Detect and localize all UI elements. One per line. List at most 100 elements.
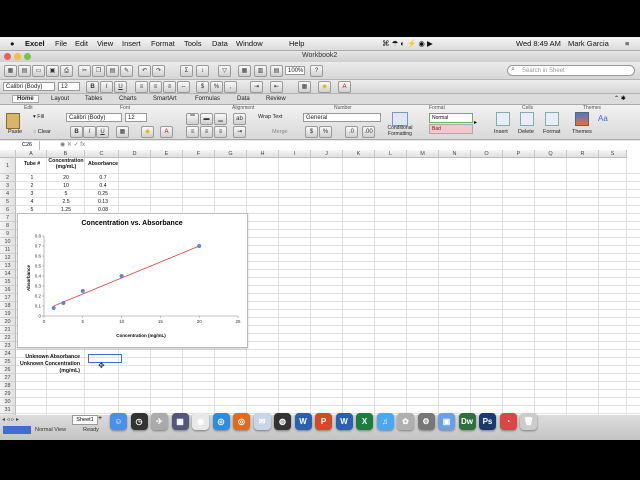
column-header-E[interactable]: E [151, 150, 183, 158]
italic-button[interactable]: I [100, 81, 113, 93]
column-header-B[interactable]: B [47, 150, 85, 158]
minimize-button[interactable] [14, 53, 21, 60]
ribbon-align-center-icon[interactable]: ≡ [200, 126, 213, 138]
dock-automator-icon[interactable]: ⚙ [417, 413, 435, 430]
dock-chrome-icon[interactable]: ◉ [192, 413, 209, 430]
column-header-H[interactable]: H [247, 150, 279, 158]
dock-safari-icon[interactable]: ◎ [212, 413, 230, 430]
menu-edit[interactable]: Edit [75, 39, 88, 48]
style-normal[interactable]: Normal [429, 113, 473, 123]
column-header-F[interactable]: F [183, 150, 215, 158]
row-header-1[interactable]: 1 [0, 158, 16, 174]
column-header-P[interactable]: P [503, 150, 535, 158]
fill-button[interactable]: ▾ Fill [33, 114, 44, 120]
row-header-2[interactable]: 2 [0, 174, 16, 182]
menu-help[interactable]: Help [289, 39, 304, 48]
dock-itunes-icon[interactable]: ♫ [376, 413, 394, 430]
dock-launchpad-icon[interactable]: ✈ [151, 413, 168, 430]
styles-more-icon[interactable]: ▸ [474, 119, 477, 126]
column-header-N[interactable]: N [439, 150, 471, 158]
list-icon[interactable]: ≡ [625, 39, 629, 48]
row-header-27[interactable]: 27 [0, 374, 16, 382]
row-header-20[interactable]: 20 [0, 318, 16, 326]
underline-button[interactable]: U [114, 81, 127, 93]
dock-word-icon[interactable]: W [335, 413, 353, 430]
themes-button[interactable]: Themes [572, 129, 592, 135]
ribbon-borders-icon[interactable]: ▦ [116, 126, 129, 138]
ribbon-font-select[interactable]: Calibri (Body) [66, 113, 122, 122]
apple-icon[interactable]: ● [10, 39, 15, 48]
sheet-nav-icon[interactable]: ◂ ◃ ▹ ▸ [2, 416, 19, 423]
indent-icon[interactable]: ⇥ [250, 81, 263, 93]
save-icon[interactable]: ▣ [46, 65, 59, 77]
align-top-icon[interactable]: ▔ [186, 113, 199, 125]
column-header-K[interactable]: K [343, 150, 375, 158]
themes-icon[interactable] [575, 112, 589, 126]
search-input[interactable]: Search in Sheet [507, 65, 635, 76]
dock-camera-icon[interactable]: ◍ [274, 413, 291, 430]
column-header-S[interactable]: S [599, 150, 627, 158]
scatter-chart[interactable]: Concentration vs. Absorbance Concentrati… [17, 213, 248, 348]
redo-icon[interactable]: ↷ [152, 65, 165, 77]
ribbon-align-left-icon[interactable]: ≡ [186, 126, 199, 138]
sheet-tab[interactable]: Sheet1 [72, 415, 98, 425]
bold-button[interactable]: B [86, 81, 99, 93]
borders-icon[interactable]: ▦ [298, 81, 311, 93]
column-header-O[interactable]: O [471, 150, 503, 158]
menu-tools[interactable]: Tools [184, 39, 202, 48]
row-header-15[interactable]: 15 [0, 278, 16, 286]
row-header-21[interactable]: 21 [0, 326, 16, 334]
ribbon-italic-button[interactable]: I [83, 126, 96, 138]
align-right-icon[interactable]: ≡ [163, 81, 176, 93]
clock[interactable]: Wed 8:49 AM [516, 39, 561, 48]
accounting-icon[interactable]: $ [305, 126, 318, 138]
row-header-12[interactable]: 12 [0, 254, 16, 262]
row-header-18[interactable]: 18 [0, 302, 16, 310]
ribbon-percent-icon[interactable]: % [319, 126, 332, 138]
dock-excel-icon[interactable]: X [356, 413, 373, 430]
template-icon[interactable]: ▤ [18, 65, 31, 77]
copy-icon[interactable]: ❐ [92, 65, 105, 77]
dock-word-icon[interactable]: W [294, 413, 312, 430]
dock-photoshop-icon[interactable]: Ps [479, 413, 496, 430]
dock-dreamweaver-icon[interactable]: Dw [458, 413, 476, 430]
wrap-text-button[interactable]: Wrap Text [258, 114, 283, 120]
menu-insert[interactable]: Insert [122, 39, 141, 48]
increase-decimal-icon[interactable]: .00 [362, 126, 375, 138]
number-format-select[interactable]: General [303, 113, 381, 122]
ribbon-bold-button[interactable]: B [70, 126, 83, 138]
row-header-25[interactable]: 25 [0, 358, 16, 366]
tab-review[interactable]: Review [266, 96, 286, 102]
format-painter-icon[interactable]: ✎ [120, 65, 133, 77]
tab-data[interactable]: Data [237, 96, 250, 102]
row-header-4[interactable]: 4 [0, 190, 16, 198]
align-left-icon[interactable]: ≡ [135, 81, 148, 93]
decrease-decimal-icon[interactable]: .0 [345, 126, 358, 138]
header-tube[interactable]: Tube # [17, 160, 47, 169]
style-bad[interactable]: Bad [429, 124, 473, 134]
fill-color-icon[interactable]: ◆ [318, 81, 331, 93]
ribbon-fill-icon[interactable]: ◆ [141, 126, 154, 138]
cut-icon[interactable]: ✂ [78, 65, 91, 77]
column-header-I[interactable]: I [279, 150, 311, 158]
tab-layout[interactable]: Layout [51, 96, 69, 102]
row-header-19[interactable]: 19 [0, 310, 16, 318]
conditional-formatting-button[interactable]: Conditional Formatting [385, 125, 415, 137]
view-toggle[interactable] [3, 426, 31, 434]
dock-photos-icon[interactable]: ◔ [499, 413, 517, 430]
delete-cells-icon[interactable] [520, 112, 534, 126]
menu-view[interactable]: View [97, 39, 113, 48]
menu-data[interactable]: Data [212, 39, 228, 48]
orientation-icon[interactable]: ab [233, 113, 246, 125]
name-box[interactable]: C26 [0, 141, 40, 150]
conditional-formatting-icon[interactable] [392, 112, 408, 126]
row-header-24[interactable]: 24 [0, 350, 16, 358]
column-header-D[interactable]: D [119, 150, 151, 158]
row-header-3[interactable]: 3 [0, 182, 16, 190]
row-header-31[interactable]: 31 [0, 406, 16, 414]
row-header-17[interactable]: 17 [0, 294, 16, 302]
unknown-concentration-label[interactable]: Unknown Concentration (mg/mL) [18, 361, 80, 375]
percent-icon[interactable]: % [210, 81, 223, 93]
user-name[interactable]: Mark Garcia [568, 39, 609, 48]
insert-cells-icon[interactable] [496, 112, 510, 126]
